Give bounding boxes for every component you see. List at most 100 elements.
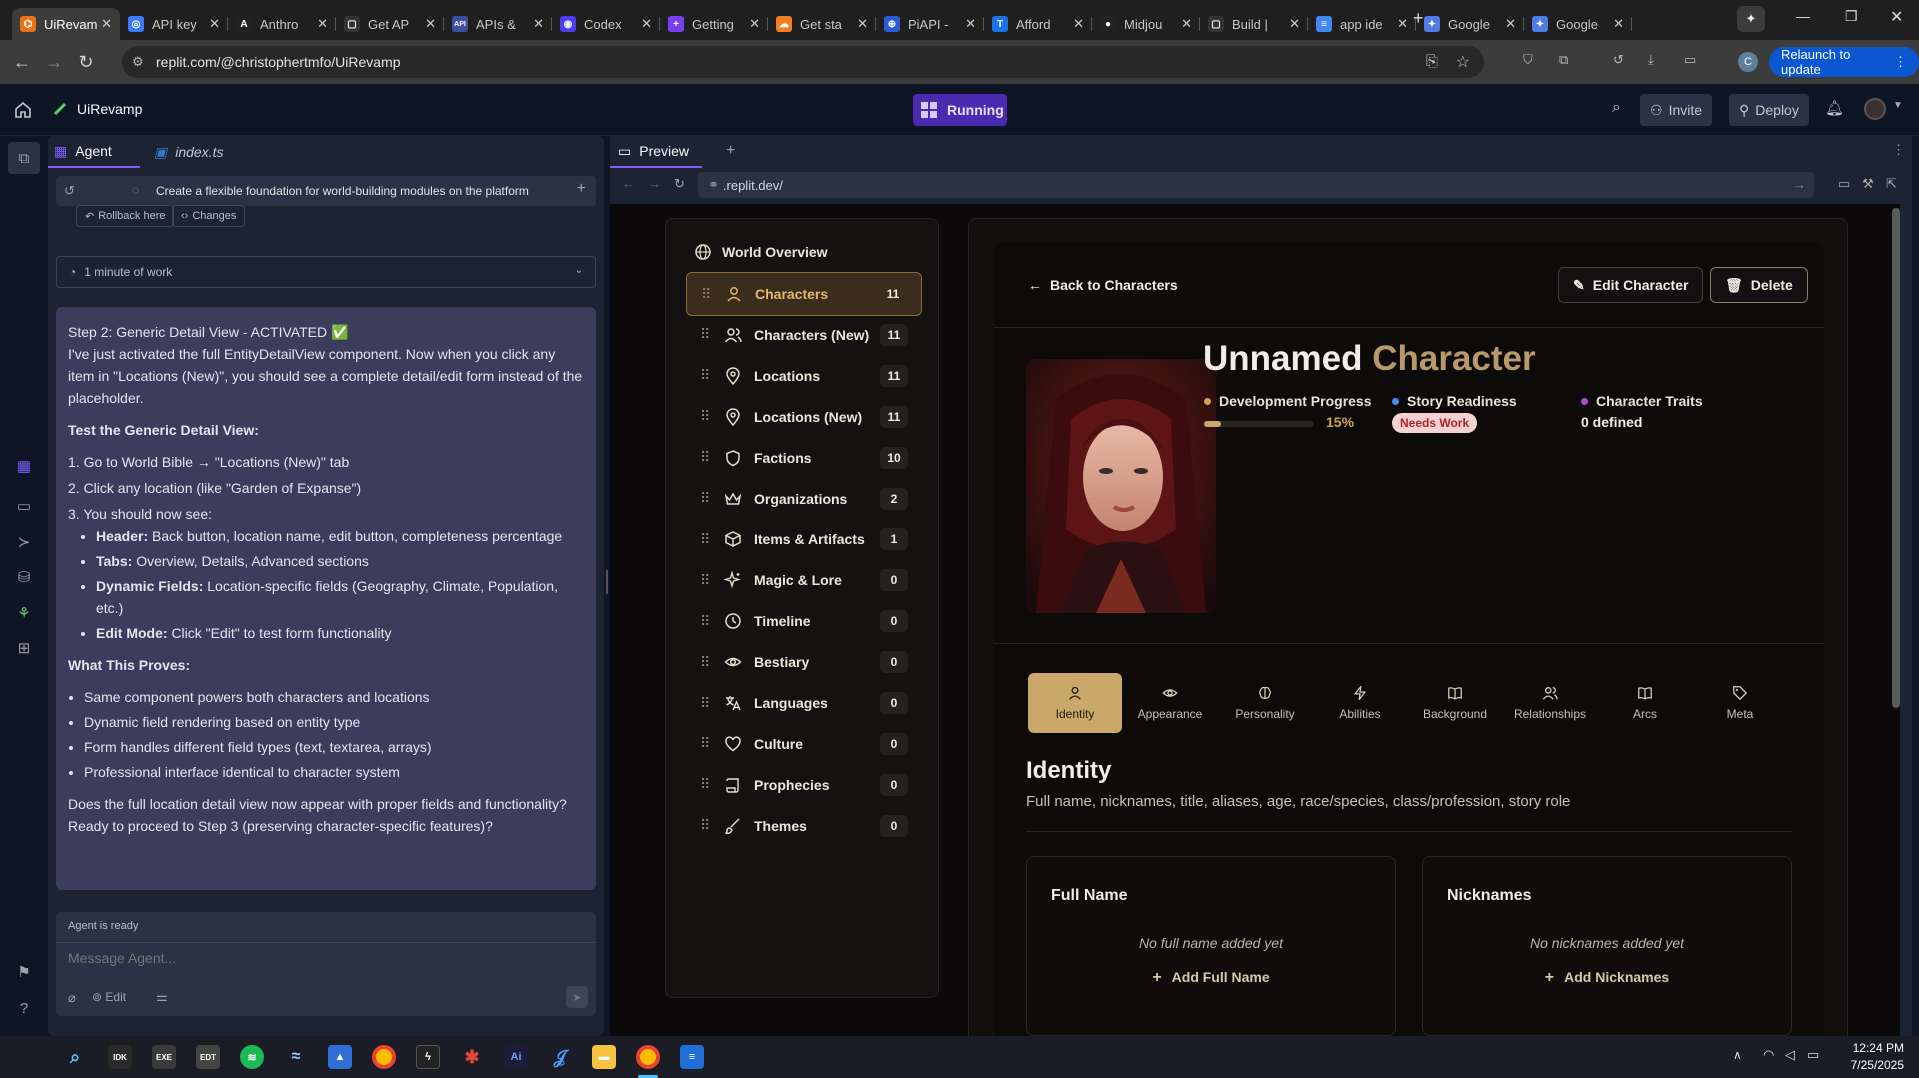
- home-icon[interactable]: [14, 101, 32, 119]
- all-tools-icon[interactable]: ⊞: [14, 638, 34, 658]
- rollback-button[interactable]: ↶ Rollback here: [76, 205, 175, 227]
- profile-avatar[interactable]: C: [1738, 52, 1758, 72]
- tab-preview[interactable]: ▭ Preview: [610, 136, 702, 168]
- edit-character-button[interactable]: ✎ Edit Character: [1558, 267, 1704, 303]
- panel-resize-handle[interactable]: [606, 570, 608, 594]
- back-icon[interactable]: ←: [6, 46, 38, 78]
- browser-tab[interactable]: ▢ Build | ✕: [1200, 8, 1308, 40]
- sidebar-item-magic-lore[interactable]: ⠿ Magic & Lore 0: [686, 558, 922, 602]
- chevron-down-icon[interactable]: ▼: [1893, 100, 1903, 111]
- bookmark-star-icon[interactable]: ☆: [1456, 52, 1470, 72]
- tab-arcs[interactable]: Arcs: [1598, 673, 1692, 733]
- app-icon-exe[interactable]: EXE: [152, 1045, 176, 1069]
- browser-tab[interactable]: ✦ Google ✕: [1524, 8, 1632, 40]
- browser-tab[interactable]: ☁ Get sta ✕: [768, 8, 876, 40]
- photos-icon[interactable]: ▲: [328, 1045, 352, 1069]
- wifi-icon[interactable]: ◠: [1763, 1047, 1774, 1063]
- install-icon[interactable]: ⎘: [1426, 53, 1438, 70]
- relaunch-button[interactable]: Relaunch to update ⋮: [1769, 47, 1919, 77]
- drag-handle-icon[interactable]: ⠿: [700, 490, 710, 507]
- volume-icon[interactable]: ◁: [1785, 1047, 1795, 1063]
- work-summary[interactable]: ◔ 1 minute of work ⌄: [56, 256, 596, 288]
- database-tool-icon[interactable]: ⛁: [14, 567, 34, 587]
- browser-tab[interactable]: ● Midjou ✕: [1092, 8, 1200, 40]
- search-icon[interactable]: ⌕: [63, 1045, 87, 1069]
- drag-handle-icon[interactable]: ⠿: [700, 367, 710, 384]
- add-full-name-button[interactable]: + Add Full Name: [1027, 969, 1395, 987]
- notifications-bell-icon[interactable]: 🔔︎: [1825, 99, 1844, 117]
- project-name[interactable]: UiRevamp: [77, 101, 142, 117]
- browser-tab[interactable]: API APIs & ✕: [444, 8, 552, 40]
- settings-sliders-icon[interactable]: ⚌: [156, 989, 168, 1005]
- add-tab-icon[interactable]: +: [726, 142, 735, 160]
- close-tab-icon[interactable]: ✕: [425, 16, 436, 32]
- device-icon[interactable]: ▭: [1838, 176, 1850, 192]
- gemini-icon[interactable]: ✦: [1737, 6, 1765, 32]
- sidebar-item-themes[interactable]: ⠿ Themes 0: [686, 804, 922, 848]
- drag-handle-icon[interactable]: ⠿: [700, 572, 710, 589]
- tab-index-ts[interactable]: ▣ index.ts: [144, 136, 246, 168]
- close-tab-icon[interactable]: ✕: [749, 16, 760, 32]
- app-icon-idk[interactable]: IDK: [108, 1045, 132, 1069]
- close-window-button[interactable]: ✕: [1890, 7, 1903, 27]
- cast-icon[interactable]: ▭: [1684, 52, 1696, 68]
- sidebar-item-characters-new[interactable]: ⠿ Characters (New) 11: [686, 313, 922, 357]
- tab-identity[interactable]: Identity: [1028, 673, 1122, 733]
- drag-handle-icon[interactable]: ⠿: [700, 817, 710, 834]
- drag-handle-icon[interactable]: ⠿: [700, 654, 710, 671]
- browser-tab[interactable]: ⊕ PiAPI - ✕: [876, 8, 984, 40]
- character-portrait[interactable]: [1026, 359, 1216, 613]
- back-icon[interactable]: ←: [622, 176, 635, 191]
- chevron-down-icon[interactable]: ⌄: [575, 265, 583, 276]
- forward-icon[interactable]: →: [648, 176, 661, 191]
- extensions-icon[interactable]: ⧉: [1559, 52, 1568, 68]
- drag-handle-icon[interactable]: ⠿: [701, 286, 711, 303]
- open-new-window-icon[interactable]: ⇱: [1886, 176, 1897, 192]
- close-tab-icon[interactable]: ✕: [1505, 16, 1516, 32]
- close-tab-icon[interactable]: ✕: [857, 16, 868, 32]
- app-icon-ai[interactable]: Ai: [504, 1045, 528, 1069]
- send-button[interactable]: ➤: [566, 986, 588, 1008]
- app-icon-wave[interactable]: ≈: [284, 1045, 308, 1069]
- browser-tab[interactable]: ≡ app ide ✕: [1308, 8, 1416, 40]
- tab-background[interactable]: Background: [1408, 673, 1502, 733]
- browser-tab[interactable]: A Anthro ✕: [228, 8, 336, 40]
- tab-agent[interactable]: ▦ Agent: [48, 136, 140, 168]
- run-button[interactable]: Running: [913, 94, 1007, 126]
- drag-handle-icon[interactable]: ⠿: [700, 776, 710, 793]
- drag-handle-icon[interactable]: ⠿: [700, 695, 710, 712]
- invite-button[interactable]: ⚇ Invite: [1640, 94, 1713, 126]
- history-icon[interactable]: ↺: [1613, 52, 1624, 68]
- attach-icon[interactable]: ⌀: [68, 990, 76, 1006]
- help-icon[interactable]: ?: [14, 998, 34, 1018]
- browser-tab[interactable]: T Afford ✕: [984, 8, 1092, 40]
- back-to-characters-button[interactable]: ← Back to Characters: [1028, 277, 1178, 293]
- agent-tool-icon[interactable]: ▦: [14, 456, 34, 476]
- changes-button[interactable]: ‹› Changes: [172, 205, 246, 227]
- drag-handle-icon[interactable]: ⠿: [700, 408, 710, 425]
- tab-meta[interactable]: Meta: [1693, 673, 1787, 733]
- sidebar-item-characters[interactable]: ⠿ Characters 11: [686, 272, 922, 316]
- restore-button[interactable]: ❐: [1845, 8, 1858, 25]
- tray-chevron-icon[interactable]: ∧: [1733, 1048, 1742, 1062]
- browser-tab[interactable]: ▢ Get AP ✕: [336, 8, 444, 40]
- site-info-icon[interactable]: ⚙: [132, 54, 144, 70]
- tab-relationships[interactable]: Relationships: [1503, 673, 1597, 733]
- app-icon-edit[interactable]: EDT: [196, 1045, 220, 1069]
- sidebar-item-factions[interactable]: ⠿ Factions 10: [686, 436, 922, 480]
- close-tab-icon[interactable]: ✕: [101, 16, 112, 32]
- chrome-active-icon[interactable]: [636, 1045, 660, 1069]
- chrome-icon[interactable]: [372, 1045, 396, 1069]
- browser-tab[interactable]: ✦ Google ✕: [1416, 8, 1524, 40]
- app-icon-feather[interactable]: 𝒥: [548, 1045, 572, 1069]
- drag-handle-icon[interactable]: ⠿: [700, 449, 710, 466]
- close-tab-icon[interactable]: ✕: [965, 16, 976, 32]
- windows-start-icon[interactable]: [20, 1045, 42, 1067]
- new-tab-button[interactable]: +: [1413, 8, 1424, 29]
- drag-handle-icon[interactable]: ⠿: [700, 326, 710, 343]
- app-icon-star[interactable]: ✱: [460, 1045, 484, 1069]
- edit-mode-button[interactable]: ⊚ Edit: [92, 990, 126, 1004]
- notepad-icon[interactable]: ≡: [680, 1045, 704, 1069]
- sidebar-item-organizations[interactable]: ⠿ Organizations 2: [686, 477, 922, 521]
- sidebar-item-bestiary[interactable]: ⠿ Bestiary 0: [686, 640, 922, 684]
